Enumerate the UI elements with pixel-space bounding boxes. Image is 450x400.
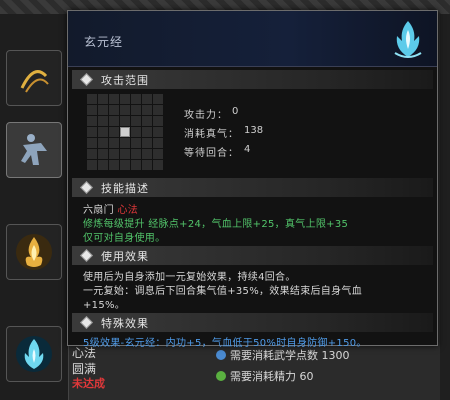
skill-slot-1[interactable] [6, 50, 62, 106]
usage-line-3: +15%。 [83, 300, 126, 311]
energy-icon [216, 371, 226, 381]
diamond-bullet-icon [80, 316, 93, 329]
section-title: 攻击范围 [101, 73, 149, 87]
requirement-energy-text: 需要消耗精力 60 [230, 370, 314, 383]
range-cell [131, 149, 141, 159]
blue-flame-lotus-icon [16, 336, 52, 372]
range-cell [142, 149, 152, 159]
range-cell [109, 138, 119, 148]
range-cell [142, 105, 152, 115]
requirement-energy: 需要消耗精力 60 [216, 368, 314, 384]
tooltip-header: 玄元经 [68, 11, 437, 67]
range-cell [87, 116, 97, 126]
range-cell [87, 138, 97, 148]
range-cell [131, 94, 141, 104]
range-cell [98, 105, 108, 115]
usage-line-2: 一元复始：调息后下回合集气值+35%，效果结束后自身气血 [83, 286, 363, 297]
section-skill-description: 技能描述 [72, 178, 433, 197]
range-cell [131, 105, 141, 115]
range-cell [131, 160, 141, 170]
range-cell [153, 94, 163, 104]
self-only-text: 仅可对自身使用。 [83, 233, 166, 244]
stat-label-qi-cost: 消耗真气： [184, 129, 239, 140]
stat-label-attack: 攻击力： [184, 110, 228, 121]
range-cell [87, 160, 97, 170]
range-cell [87, 105, 97, 115]
range-cell [142, 138, 152, 148]
stat-value-wait-turns: 4 [244, 144, 251, 155]
skill-slot-3[interactable] [6, 224, 62, 280]
blue-flame-lotus-icon [394, 21, 422, 58]
range-cell [153, 127, 163, 137]
range-cell [131, 127, 141, 137]
diamond-bullet-icon [80, 249, 93, 262]
stat-label-wait-turns: 等待回合： [184, 148, 239, 159]
range-cell [109, 105, 119, 115]
range-cell [153, 105, 163, 115]
range-cell [142, 127, 152, 137]
range-cell [153, 138, 163, 148]
special-effect-text: 5级效果-玄元经：内功+5，气血低于50%时自身防御+150。 [83, 338, 367, 349]
sect-line: 六扇门 心法 [83, 201, 138, 216]
usage-line-1: 使用后为自身添加一元复始效果，持续4回合。 [83, 272, 296, 283]
requirement-status: 未达成 [72, 377, 105, 390]
range-cell [87, 149, 97, 159]
range-cell [109, 160, 119, 170]
attack-range-grid [87, 94, 164, 171]
range-cell [120, 149, 130, 159]
stat-value-attack: 0 [232, 106, 239, 117]
range-cell [109, 149, 119, 159]
range-cell [109, 94, 119, 104]
range-cell [120, 116, 130, 126]
range-cell [98, 160, 108, 170]
skill-slot-2[interactable] [6, 122, 62, 178]
range-cell [131, 116, 141, 126]
diamond-bullet-icon [80, 73, 93, 86]
range-cell [87, 127, 97, 137]
section-usage-effect: 使用效果 [72, 246, 433, 265]
range-cell [120, 160, 130, 170]
range-cell-self [120, 127, 130, 137]
range-cell [120, 138, 130, 148]
range-cell [98, 94, 108, 104]
range-cell [153, 149, 163, 159]
section-attack-range: 攻击范围 [72, 70, 433, 89]
stat-value-qi-cost: 138 [244, 125, 264, 136]
range-cell [153, 116, 163, 126]
range-cell [98, 127, 108, 137]
range-cell [87, 94, 97, 104]
skill-tooltip: 玄元经 攻击范围 攻击力： 0 消耗真气： 138 等待回合： 4 技能描述 六… [67, 10, 438, 349]
golden-swirl-icon [20, 70, 49, 93]
skill-list-column [0, 14, 69, 400]
golden-flame-icon [16, 234, 52, 270]
range-cell [120, 105, 130, 115]
range-cell [131, 138, 141, 148]
skill-name: 玄元经 [84, 35, 124, 49]
right-frame [440, 14, 450, 400]
level-bonus-text: 修炼每级提升 经脉点+24，气血上限+25，真气上限+35 [83, 219, 349, 230]
range-cell [98, 116, 108, 126]
range-cell [98, 138, 108, 148]
scroll-icon [216, 350, 226, 360]
section-title: 技能描述 [101, 181, 149, 195]
section-special-effect: 特殊效果 [72, 313, 433, 332]
range-cell [109, 127, 119, 137]
range-cell [153, 160, 163, 170]
range-cell [120, 94, 130, 104]
diamond-bullet-icon [80, 181, 93, 194]
requirement-points-text: 需要消耗武学点数 1300 [230, 349, 350, 362]
section-title: 使用效果 [101, 249, 149, 263]
martial-artist-icon [21, 134, 47, 165]
range-cell [98, 149, 108, 159]
range-cell [142, 94, 152, 104]
range-cell [109, 116, 119, 126]
section-title: 特殊效果 [101, 316, 149, 330]
range-cell [142, 160, 152, 170]
requirement-points: 需要消耗武学点数 1300 [216, 347, 350, 363]
range-cell [142, 116, 152, 126]
skill-slot-4[interactable] [6, 326, 62, 382]
